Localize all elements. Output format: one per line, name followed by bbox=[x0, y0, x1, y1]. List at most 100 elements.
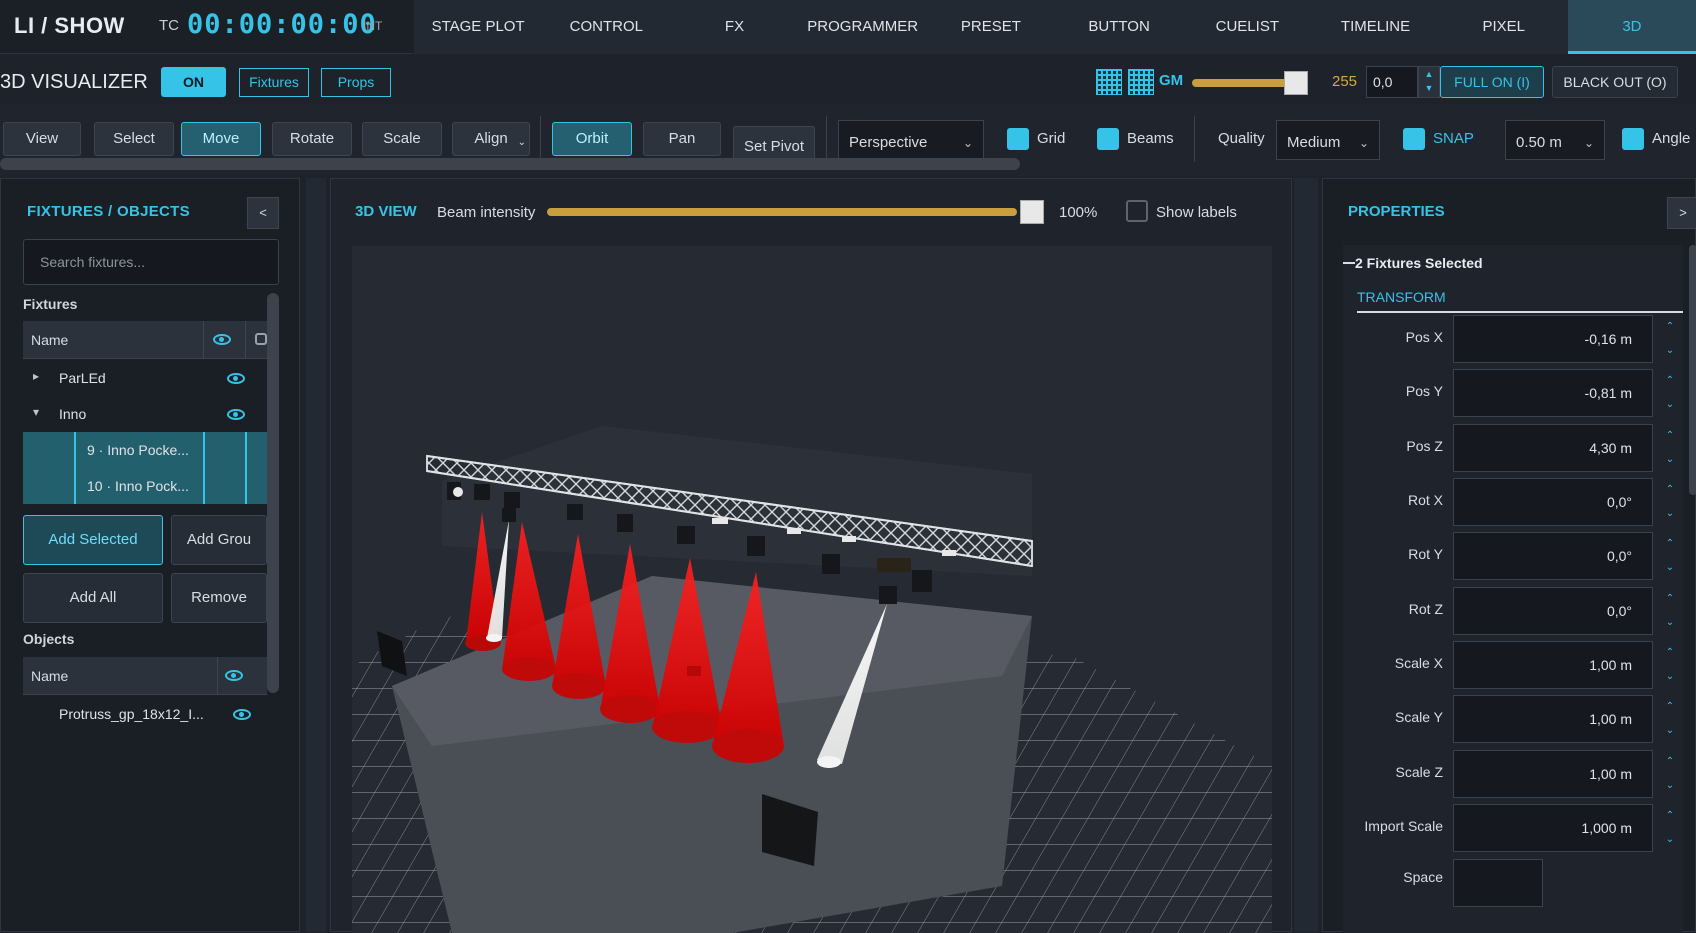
fixture-row-selected[interactable]: 10 · Inno Pock... bbox=[23, 468, 267, 504]
add-all-button[interactable]: Add All bbox=[23, 573, 163, 623]
scale-y-stepper[interactable]: ⌃ ⌄ bbox=[1657, 695, 1683, 743]
collapse-minus-icon[interactable] bbox=[1343, 262, 1355, 264]
grand-master-slider-thumb[interactable] bbox=[1284, 71, 1308, 95]
grid-checkbox[interactable] bbox=[1007, 128, 1029, 150]
matrix-grid-icon-2[interactable] bbox=[1128, 69, 1154, 95]
select-tool-button[interactable]: Select bbox=[94, 122, 174, 156]
snap-checkbox[interactable] bbox=[1403, 128, 1425, 150]
visualizer-on-button[interactable]: ON bbox=[161, 67, 226, 97]
show-labels-label: Show labels bbox=[1156, 204, 1237, 221]
orbit-button[interactable]: Orbit bbox=[552, 122, 632, 156]
grand-master-stepper[interactable]: ▲ ▼ bbox=[1418, 66, 1440, 98]
matrix-grid-icon[interactable] bbox=[1096, 69, 1122, 95]
panel-vertical-scrollbar[interactable] bbox=[1689, 245, 1696, 495]
quality-select[interactable]: Medium ⌄ bbox=[1276, 120, 1380, 160]
eye-icon[interactable] bbox=[227, 409, 245, 420]
toolbar-horizontal-scrollbar[interactable] bbox=[0, 158, 1020, 170]
add-selected-button[interactable]: Add Selected bbox=[23, 515, 163, 565]
chevron-down-icon[interactable]: ▼ bbox=[1425, 83, 1434, 93]
rot-x-input[interactable]: 0,0° bbox=[1453, 478, 1653, 526]
props-toggle-button[interactable]: Props bbox=[321, 68, 391, 97]
chevron-right-icon[interactable]: ▸ bbox=[33, 369, 39, 383]
rot-x-stepper[interactable]: ⌃ ⌄ bbox=[1657, 478, 1683, 526]
fixture-group-row[interactable]: ▾ Inno bbox=[23, 396, 267, 432]
timecode-mode[interactable]: INT bbox=[363, 19, 382, 33]
scale-y-input[interactable]: 1,00 m bbox=[1453, 695, 1653, 743]
eye-icon[interactable] bbox=[213, 334, 231, 345]
moving-head[interactable] bbox=[502, 508, 516, 522]
rot-y-stepper[interactable]: ⌃ ⌄ bbox=[1657, 532, 1683, 580]
tab-3d[interactable]: 3D bbox=[1567, 0, 1696, 54]
align-tool-button[interactable]: Align ⌄ bbox=[452, 122, 530, 156]
move-tool-button[interactable]: Move bbox=[181, 122, 261, 156]
name-column-header[interactable]: Name bbox=[31, 668, 68, 684]
remove-button[interactable]: Remove bbox=[171, 573, 267, 623]
3d-viewport[interactable] bbox=[352, 246, 1272, 933]
properties-panel: PROPERTIES > 2 Fixtures Selected TRANSFO… bbox=[1322, 178, 1696, 933]
black-out-button[interactable]: BLACK OUT (O) bbox=[1552, 66, 1678, 98]
snap-size-select[interactable]: 0.50 m ⌄ bbox=[1505, 120, 1605, 160]
chevron-up-icon[interactable]: ▲ bbox=[1425, 69, 1434, 79]
add-group-button[interactable]: Add Grou bbox=[171, 515, 267, 565]
pos-z-input[interactable]: 4,30 m bbox=[1453, 424, 1653, 472]
panel-vertical-scrollbar[interactable] bbox=[267, 293, 279, 693]
show-labels-checkbox[interactable] bbox=[1126, 200, 1148, 222]
eye-icon[interactable] bbox=[225, 670, 243, 681]
scale-z-input[interactable]: 1,00 m bbox=[1453, 750, 1653, 798]
tab-fx[interactable]: FX bbox=[670, 0, 798, 54]
angle-checkbox[interactable] bbox=[1622, 128, 1644, 150]
fixture-group-row[interactable]: ▸ ParLEd bbox=[23, 360, 267, 396]
tab-cuelist[interactable]: CUELIST bbox=[1183, 0, 1311, 54]
transform-section-tab[interactable]: TRANSFORM bbox=[1357, 289, 1446, 305]
pos-y-input[interactable]: -0,81 m bbox=[1453, 369, 1653, 417]
expand-panel-button[interactable]: > bbox=[1667, 197, 1696, 229]
space-select[interactable] bbox=[1453, 859, 1543, 907]
rotate-tool-button[interactable]: Rotate bbox=[272, 122, 352, 156]
eye-icon[interactable] bbox=[233, 709, 251, 720]
rot-y-input[interactable]: 0,0° bbox=[1453, 532, 1653, 580]
rot-z-input[interactable]: 0,0° bbox=[1453, 587, 1653, 635]
set-pivot-button[interactable]: Set Pivot bbox=[733, 126, 815, 162]
name-column-header[interactable]: Name bbox=[31, 332, 68, 348]
fixture-row-selected[interactable]: 9 · Inno Pocke... bbox=[23, 432, 267, 468]
scale-x-input[interactable]: 1,00 m bbox=[1453, 641, 1653, 689]
import-scale-stepper[interactable]: ⌃ ⌄ bbox=[1657, 804, 1683, 852]
rot-z-stepper[interactable]: ⌃ ⌄ bbox=[1657, 587, 1683, 635]
tab-preset[interactable]: PRESET bbox=[927, 0, 1055, 54]
pos-x-stepper[interactable]: ⌃ ⌄ bbox=[1657, 315, 1683, 363]
collapse-panel-button[interactable]: < bbox=[247, 197, 279, 229]
tab-timeline[interactable]: TIMELINE bbox=[1311, 0, 1439, 54]
toolbar-divider bbox=[1194, 116, 1195, 162]
scale-z-stepper[interactable]: ⌃ ⌄ bbox=[1657, 750, 1683, 798]
properties-body: 2 Fixtures Selected TRANSFORM Pos X -0,1… bbox=[1343, 245, 1683, 933]
tab-stage-plot[interactable]: STAGE PLOT bbox=[414, 0, 542, 54]
pan-button[interactable]: Pan bbox=[643, 122, 721, 156]
tab-pixel[interactable]: PIXEL bbox=[1440, 0, 1568, 54]
3d-scene[interactable] bbox=[352, 246, 1272, 933]
beam-intensity-slider-thumb[interactable] bbox=[1020, 200, 1044, 224]
fixture-search-input[interactable] bbox=[23, 239, 279, 285]
grand-master-input[interactable]: 0,0 bbox=[1366, 66, 1418, 98]
import-scale-input[interactable]: 1,000 m bbox=[1453, 804, 1653, 852]
moving-head[interactable] bbox=[879, 586, 897, 604]
lock-icon[interactable] bbox=[255, 333, 267, 345]
scale-x-stepper[interactable]: ⌃ ⌄ bbox=[1657, 641, 1683, 689]
scale-tool-button[interactable]: Scale bbox=[362, 122, 442, 156]
object-row[interactable]: Protruss_gp_18x12_I... bbox=[23, 696, 267, 732]
pos-x-input[interactable]: -0,16 m bbox=[1453, 315, 1653, 363]
fixture-group-label: ParLEd bbox=[59, 370, 106, 386]
stage-object[interactable] bbox=[687, 666, 701, 676]
chevron-down-icon[interactable]: ▾ bbox=[33, 405, 39, 419]
beam-intensity-slider[interactable] bbox=[547, 208, 1017, 216]
pos-z-stepper[interactable]: ⌃ ⌄ bbox=[1657, 424, 1683, 472]
eye-icon[interactable] bbox=[227, 373, 245, 384]
beams-checkbox[interactable] bbox=[1097, 128, 1119, 150]
pos-y-stepper[interactable]: ⌃ ⌄ bbox=[1657, 369, 1683, 417]
tab-control[interactable]: CONTROL bbox=[542, 0, 670, 54]
view-button[interactable]: View bbox=[3, 122, 81, 156]
fixtures-toggle-button[interactable]: Fixtures bbox=[239, 68, 309, 97]
full-on-button[interactable]: FULL ON (I) bbox=[1440, 66, 1544, 98]
tab-button[interactable]: BUTTON bbox=[1055, 0, 1183, 54]
tab-programmer[interactable]: PROGRAMMER bbox=[799, 0, 927, 54]
projection-select[interactable]: Perspective ⌄ bbox=[838, 120, 984, 160]
